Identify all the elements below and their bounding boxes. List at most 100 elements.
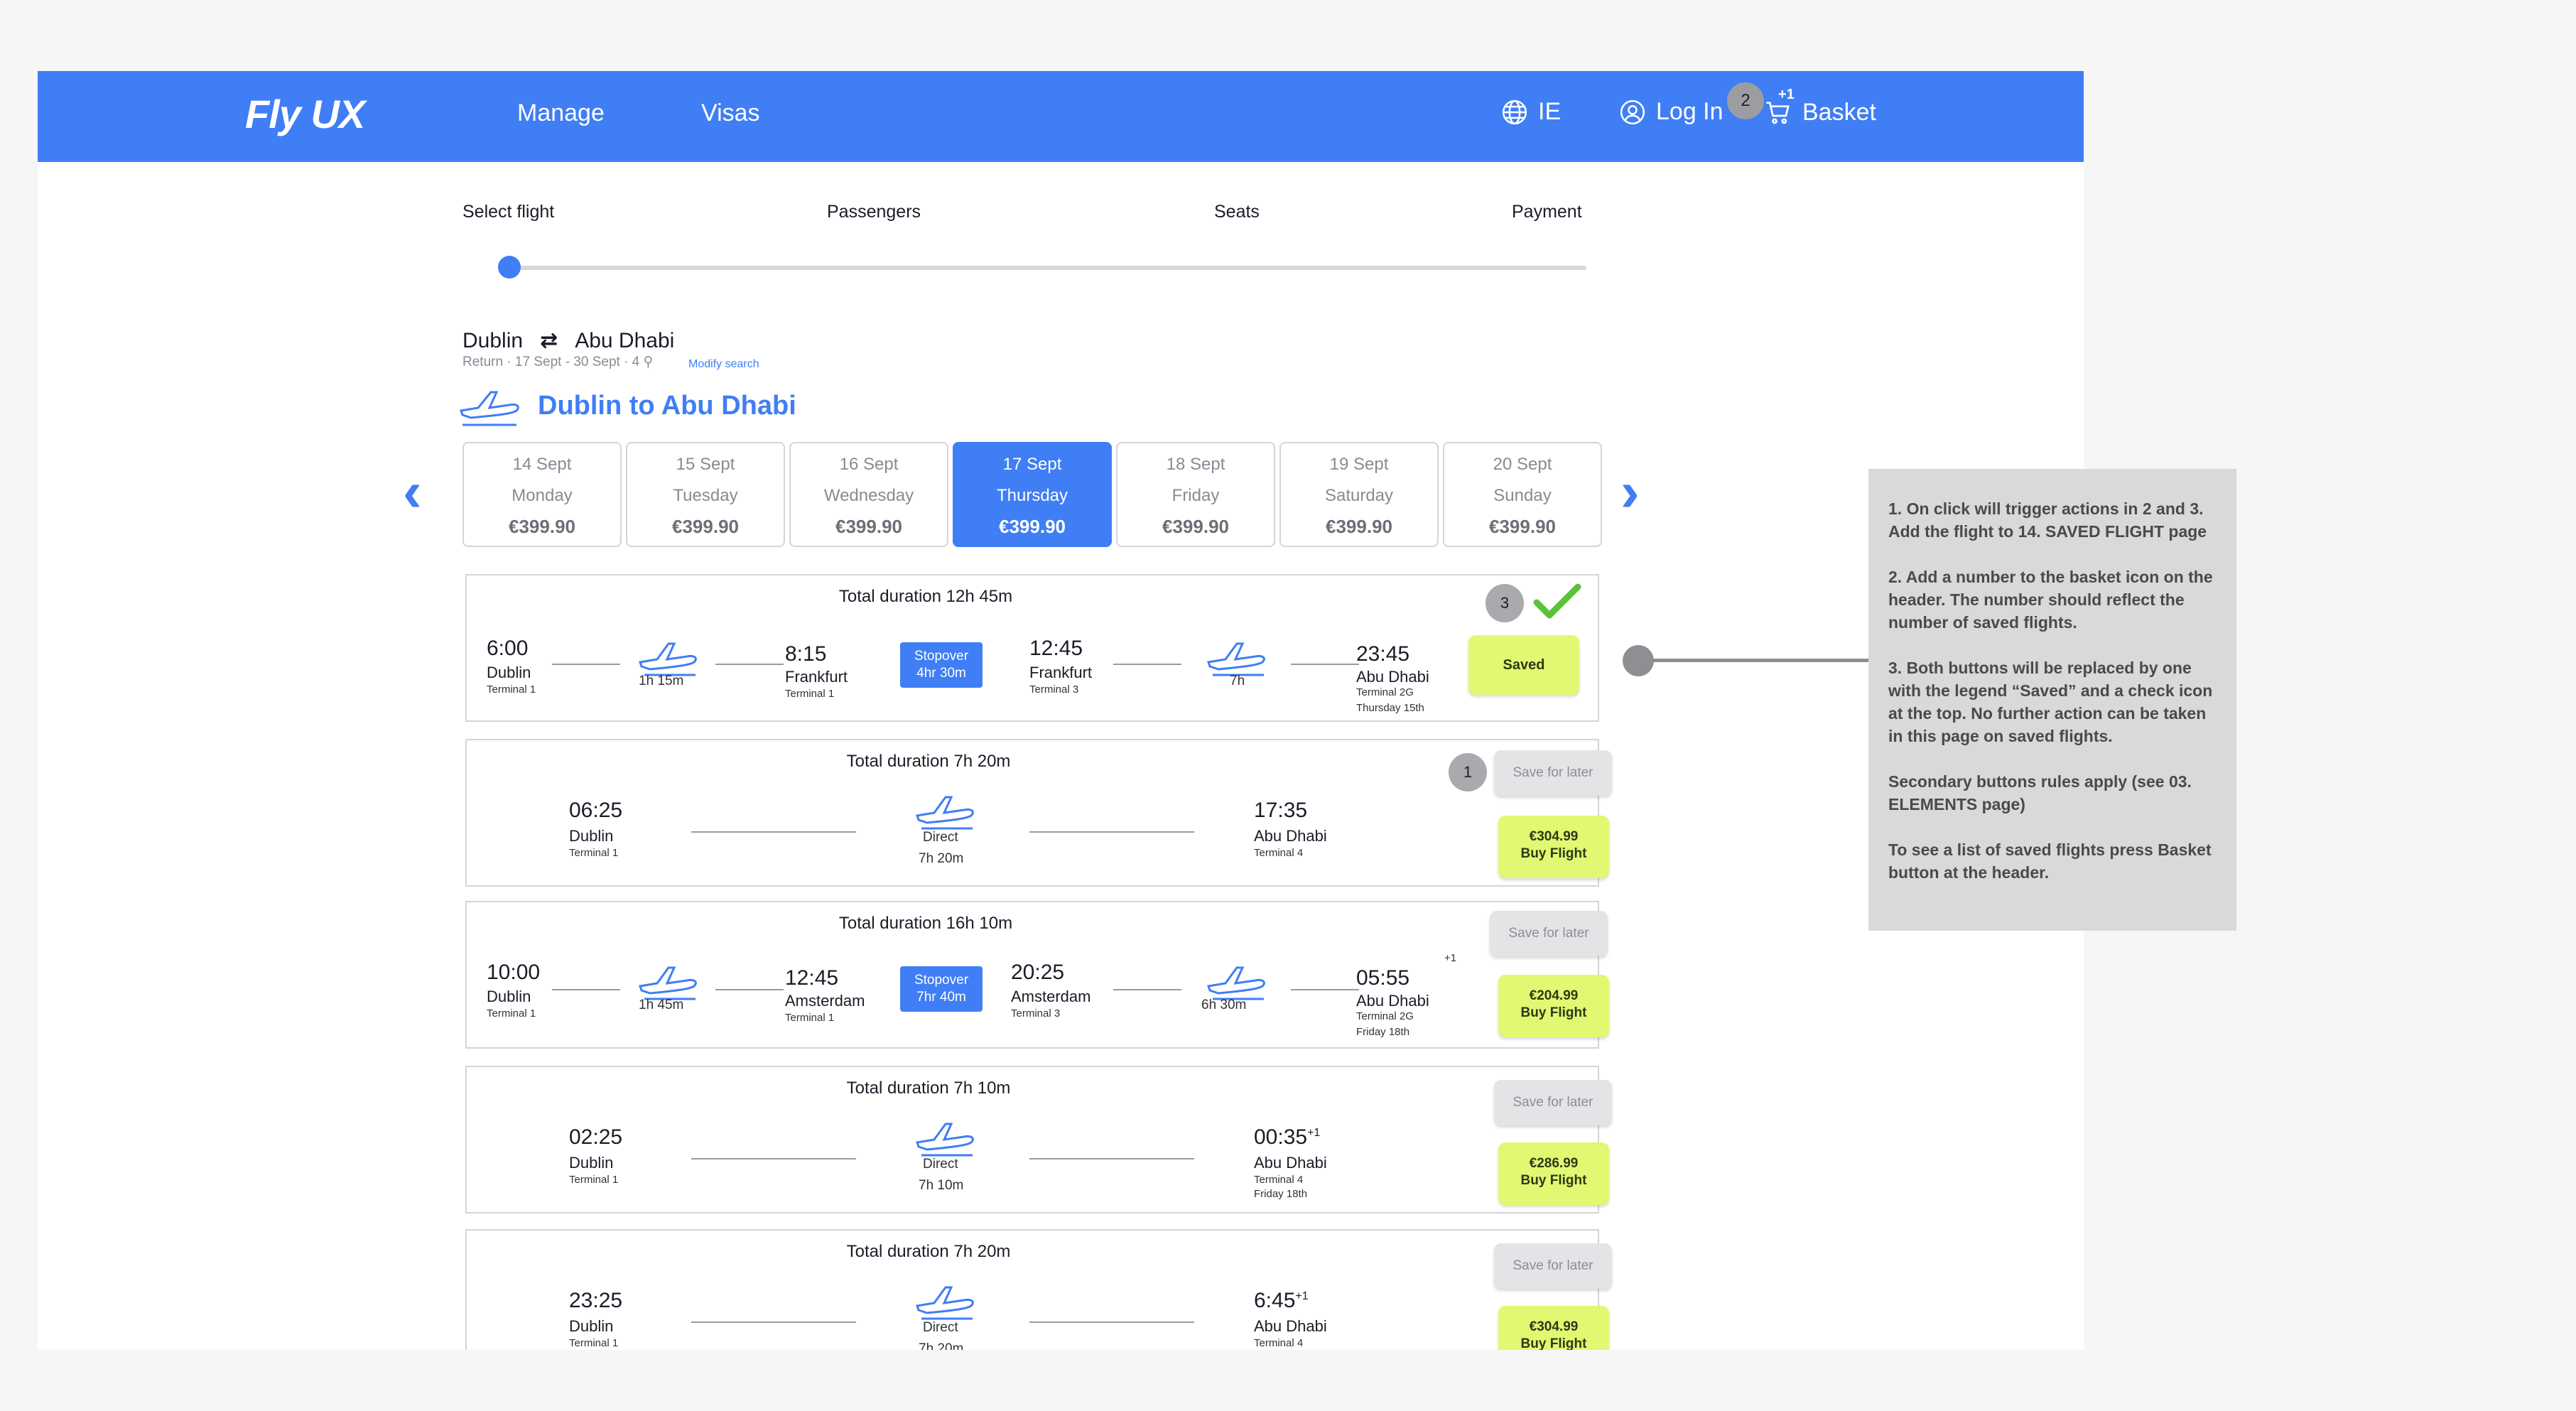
leg-duration: 7h: [1230, 674, 1245, 688]
language-selector[interactable]: IE: [1501, 98, 1561, 126]
annotation-connector-line: [1638, 659, 1868, 662]
cart-icon: [1766, 102, 1790, 124]
language-label: IE: [1538, 98, 1562, 125]
buy-label: Buy Flight: [1520, 1005, 1587, 1020]
flight-total-duration: Total duration 12h 45m: [838, 587, 1013, 606]
stopover-departure-time: 12:45: [1029, 637, 1083, 660]
flight-total-duration: Total duration 7h 20m: [846, 1242, 1011, 1261]
price-label: €399.90: [509, 516, 575, 537]
buy-flight-button[interactable]: €304.99 Buy Flight: [1498, 816, 1609, 878]
departure-city: Dublin: [569, 1154, 614, 1172]
arrival-date: Friday 18th: [1356, 1026, 1410, 1038]
stopover-label: Stopover: [914, 973, 969, 988]
buy-price: €286.99: [1529, 1156, 1579, 1171]
login-button[interactable]: Log In: [1619, 98, 1723, 126]
departure-city: Dublin: [569, 827, 614, 845]
date-card[interactable]: 19 Sept Saturday €399.90: [1279, 442, 1439, 547]
price-label: €399.90: [1162, 516, 1229, 537]
flight-card: Total duration 7h 20m 23:25 Dublin Termi…: [465, 1229, 1612, 1350]
departure-terminal: Terminal 1: [569, 847, 619, 859]
departure-time: 10:00: [487, 961, 541, 984]
stopover-departure-terminal: Terminal 3: [1011, 1007, 1061, 1020]
step-passengers: Passengers: [827, 202, 921, 222]
date-card[interactable]: 16 Sept Wednesday €399.90: [789, 442, 948, 547]
stopover-arrival-city: Amsterdam: [785, 992, 865, 1010]
nav-visas[interactable]: Visas: [701, 99, 760, 127]
price-label: €399.90: [1489, 516, 1556, 537]
next-day-indicator: +1: [1295, 1290, 1309, 1302]
flight-total-duration: Total duration 7h 20m: [846, 752, 1011, 771]
save-for-later-button[interactable]: Save for later: [1494, 1080, 1612, 1125]
note-line: 3. Both buttons will be replaced by one …: [1888, 659, 2213, 745]
direction-title: Dublin to Abu Dhabi: [538, 391, 796, 421]
date-card-selected[interactable]: 17 Sept Thursday €399.90: [953, 442, 1112, 547]
route-line: [691, 1321, 856, 1323]
flight-duration: 7h 10m: [919, 1178, 964, 1193]
nav-manage[interactable]: Manage: [517, 99, 605, 127]
plane-icon: [1207, 642, 1265, 676]
departure-terminal: Terminal 1: [487, 683, 536, 696]
route-line: [552, 664, 620, 665]
buy-flight-button[interactable]: €304.99 Buy Flight: [1498, 1306, 1609, 1350]
stopover-departure-terminal: Terminal 3: [1029, 683, 1079, 696]
price-label: €399.90: [999, 516, 1066, 537]
flight-duration: 7h 20m: [919, 851, 964, 866]
buy-label: Buy Flight: [1520, 1173, 1587, 1188]
note-line: To see a list of saved flights press Bas…: [1888, 840, 2212, 882]
swap-icon: ⇄: [540, 329, 558, 352]
day-label: Friday: [1171, 486, 1220, 505]
price-label: €399.90: [672, 516, 739, 537]
step-select-flight: Select flight: [462, 202, 555, 222]
arrival-date: Friday 18th: [1254, 1188, 1308, 1200]
departure-city: Dublin: [487, 988, 531, 1005]
save-for-later-button[interactable]: Save for later: [1494, 750, 1612, 796]
step-badge: 1: [1449, 753, 1487, 791]
buy-flight-button[interactable]: €204.99 Buy Flight: [1498, 975, 1609, 1037]
date-card[interactable]: 14 Sept Monday €399.90: [462, 442, 622, 547]
save-for-later-button[interactable]: Save for later: [1494, 1243, 1612, 1289]
modify-search-link[interactable]: Modify search: [688, 358, 759, 371]
save-for-later-button[interactable]: Save for later: [1490, 911, 1608, 956]
date-label: 19 Sept: [1329, 455, 1389, 474]
date-card[interactable]: 15 Sept Tuesday €399.90: [626, 442, 785, 547]
route-line: [715, 664, 784, 665]
direct-label: Direct: [923, 1157, 958, 1172]
plane-icon: [916, 796, 974, 830]
date-card[interactable]: 18 Sept Friday €399.90: [1116, 442, 1275, 547]
arrival-time: 05:55: [1356, 966, 1410, 990]
buy-price: €304.99: [1529, 829, 1579, 844]
arrival-terminal: Terminal 2G: [1356, 1010, 1414, 1022]
stopover-duration: 4hr 30m: [916, 666, 966, 681]
date-label: 14 Sept: [512, 455, 572, 474]
departure-terminal: Terminal 1: [569, 1174, 619, 1186]
route-line: [1029, 831, 1194, 833]
next-dates-arrow[interactable]: ›: [1620, 459, 1640, 524]
progress-indicator: [498, 256, 521, 279]
date-label: 17 Sept: [1002, 455, 1062, 474]
basket-button[interactable]: Basket: [1764, 98, 1876, 126]
stopover-arrival-city: Frankfurt: [785, 668, 848, 686]
stopover-departure-city: Frankfurt: [1029, 664, 1093, 681]
date-label: 20 Sept: [1493, 455, 1552, 474]
date-label: 15 Sept: [676, 455, 735, 474]
day-label: Tuesday: [673, 486, 738, 505]
arrival-time-value: 00:35: [1254, 1125, 1308, 1149]
buy-price: €304.99: [1529, 1319, 1579, 1334]
date-card[interactable]: 20 Sept Sunday €399.90: [1443, 442, 1602, 547]
stopover-duration: 7hr 40m: [916, 990, 966, 1005]
departure-time: 06:25: [569, 799, 623, 822]
arrival-terminal: Terminal 2G: [1356, 686, 1414, 698]
day-label: Thursday: [996, 486, 1068, 505]
prev-dates-arrow[interactable]: ‹: [403, 459, 422, 524]
login-label: Log In: [1656, 98, 1723, 125]
route-line: [691, 831, 856, 833]
brand-logo[interactable]: Fly UX: [245, 91, 365, 137]
stopover-arrival-time: 12:45: [785, 966, 839, 990]
day-label: Wednesday: [823, 486, 914, 505]
buy-flight-button[interactable]: €286.99 Buy Flight: [1498, 1142, 1609, 1205]
departure-city: Dublin: [569, 1317, 614, 1335]
arrival-time-value: 6:45: [1254, 1289, 1296, 1312]
route-line: [552, 989, 620, 990]
route-line: [715, 989, 784, 990]
departure-time: 23:25: [569, 1289, 623, 1312]
